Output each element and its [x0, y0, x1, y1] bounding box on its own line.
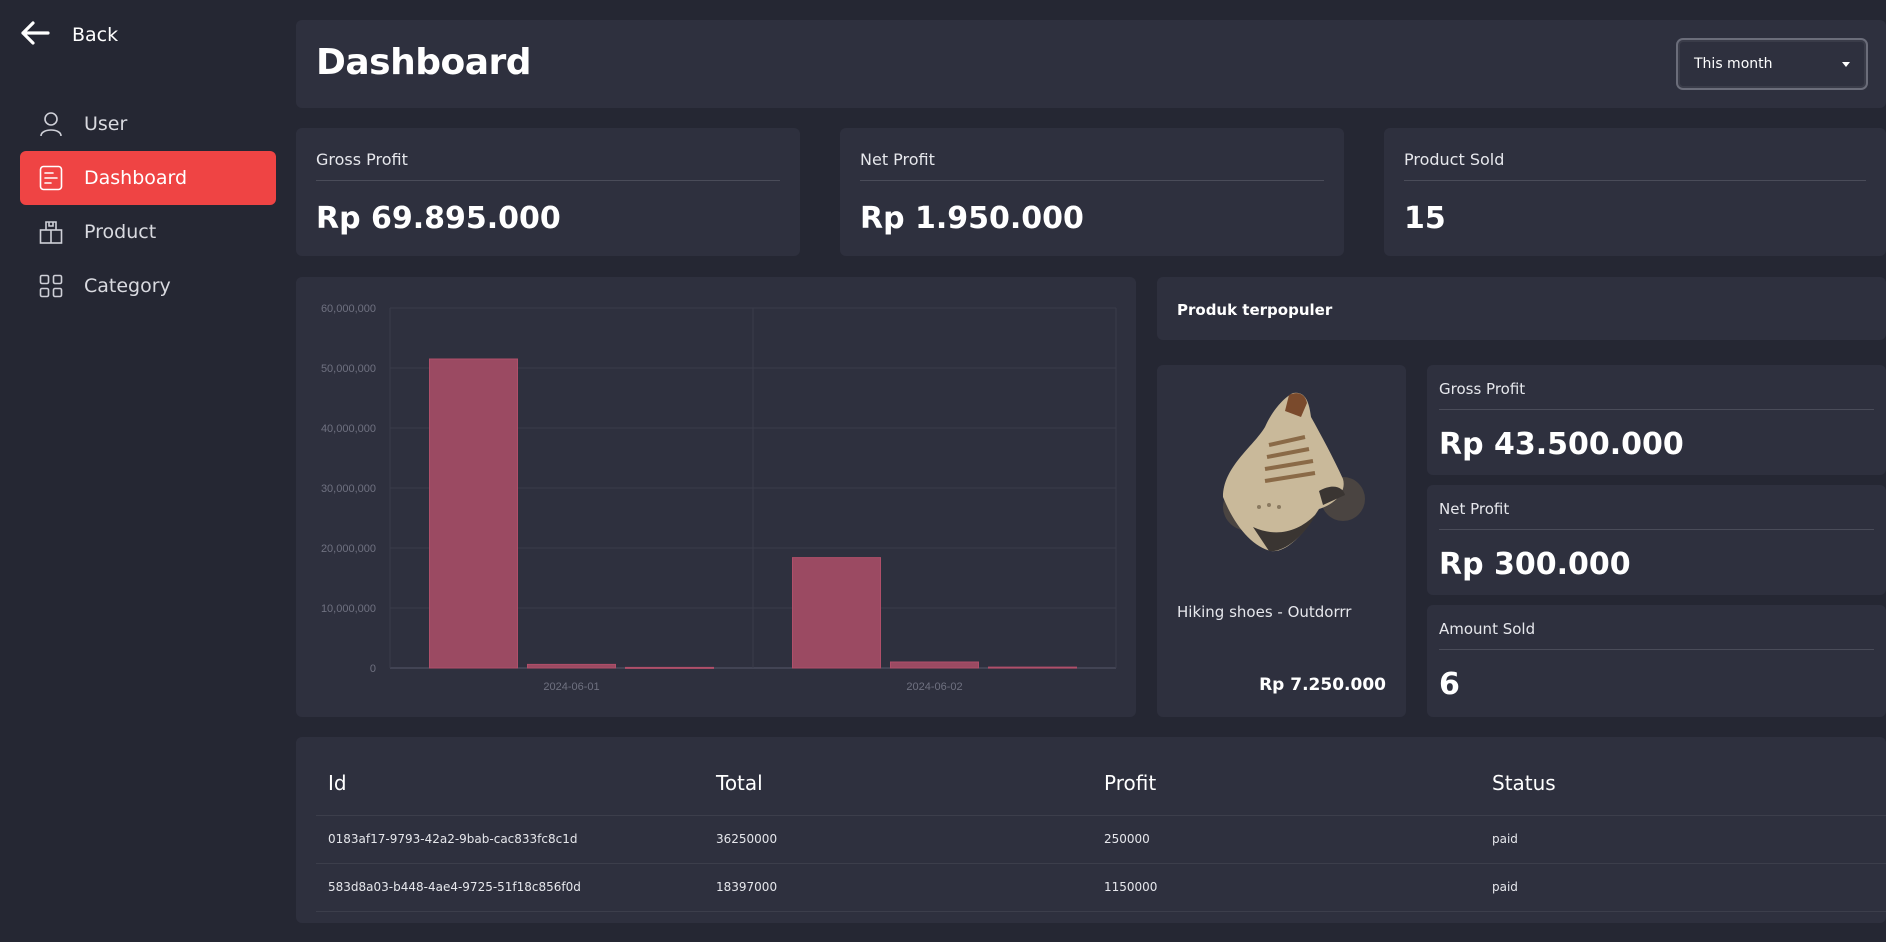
sidebar-item-label: Product: [84, 221, 157, 243]
stat-label: Amount Sold: [1439, 620, 1536, 638]
table-header-row: Id Total Profit Status: [316, 751, 1886, 816]
chart-bar: [988, 666, 1077, 669]
popular-amount-sold-card: Amount Sold 6: [1427, 605, 1886, 717]
sidebar-item-product[interactable]: Product: [20, 205, 276, 259]
divider: [316, 180, 780, 181]
y-tick-label: 20,000,000: [321, 543, 376, 555]
sidebar-item-user[interactable]: User: [20, 97, 276, 151]
divider: [1439, 649, 1874, 650]
table-row[interactable]: 0183af17-9793-42a2-9bab-cac833fc8c1d 362…: [316, 815, 1886, 864]
y-tick-label: 0: [370, 663, 376, 675]
product-image: [1193, 387, 1373, 557]
chart-bar: [890, 661, 979, 669]
divider: [1439, 409, 1874, 410]
divider: [1439, 529, 1874, 530]
stat-label: Net Profit: [860, 150, 935, 169]
chart-bar: [792, 557, 881, 669]
stat-label: Net Profit: [1439, 500, 1510, 518]
popular-net-profit-card: Net Profit Rp 300.000: [1427, 485, 1886, 595]
y-tick-label: 30,000,000: [321, 483, 376, 495]
user-icon: [38, 111, 64, 137]
cell-total: 18397000: [704, 863, 1092, 912]
bar-chart: 0 10,000,000 20,000,000 30,000,000 40,000,00…: [321, 303, 1117, 693]
cell-total: 36250000: [704, 815, 1092, 864]
sidebar-item-dashboard[interactable]: Dashboard: [20, 151, 276, 205]
x-tick-label: 2024-06-01: [543, 681, 599, 693]
stat-value: 15: [1404, 201, 1446, 236]
y-tick-label: 50,000,000: [321, 363, 376, 375]
cell-profit: 1150000: [1092, 863, 1480, 912]
stat-value: Rp 300.000: [1439, 547, 1631, 582]
product-price: Rp 7.250.000: [1259, 675, 1386, 695]
divider: [1404, 180, 1866, 181]
page-header: Dashboard This month: [296, 20, 1886, 108]
stat-value: Rp 69.895.000: [316, 201, 561, 236]
sidebar-nav: User Dashboard Product Category: [20, 97, 276, 313]
sidebar-item-label: User: [84, 113, 128, 135]
sidebar-item-category[interactable]: Category: [20, 259, 276, 313]
sidebar-item-label: Category: [84, 275, 171, 297]
column-header-status: Status: [1480, 751, 1886, 816]
product-name: Hiking shoes - Outdorrr: [1177, 603, 1352, 621]
column-header-profit: Profit: [1092, 751, 1480, 816]
cell-id: 0183af17-9793-42a2-9bab-cac833fc8c1d: [316, 815, 704, 864]
sidebar-item-label: Dashboard: [84, 167, 188, 189]
stat-value: Rp 1.950.000: [860, 201, 1084, 236]
popular-gross-profit-card: Gross Profit Rp 43.500.000: [1427, 365, 1886, 475]
transactions-table-panel: Id Total Profit Status 0183af17-9793-42a…: [296, 737, 1886, 923]
stat-label: Gross Profit: [316, 150, 408, 169]
chart-bar: [625, 666, 714, 669]
page-title: Dashboard: [316, 42, 532, 83]
cell-status: paid: [1480, 815, 1886, 864]
column-header-id: Id: [316, 751, 704, 816]
stat-label: Product Sold: [1404, 150, 1505, 169]
sales-chart: 0 10,000,000 20,000,000 30,000,000 40,000,00…: [296, 277, 1136, 717]
product-icon: [38, 219, 64, 245]
arrow-left-icon: [20, 21, 50, 49]
stat-label: Gross Profit: [1439, 380, 1526, 398]
y-tick-label: 40,000,000: [321, 423, 376, 435]
x-tick-label: 2024-06-02: [906, 681, 962, 693]
y-tick-label: 60,000,000: [321, 303, 376, 315]
popular-title: Produk terpopuler: [1177, 301, 1333, 319]
chevron-down-icon: [1842, 61, 1850, 67]
period-select-value: This month: [1694, 56, 1773, 72]
y-tick-label: 10,000,000: [321, 603, 376, 615]
stat-value: 6: [1439, 667, 1460, 702]
popular-product-card[interactable]: Hiking shoes - Outdorrr Rp 7.250.000: [1157, 365, 1406, 717]
chart-bar: [527, 663, 616, 669]
net-profit-card: Net Profit Rp 1.950.000: [840, 128, 1344, 256]
product-sold-card: Product Sold 15: [1384, 128, 1886, 256]
dashboard-icon: [38, 165, 64, 191]
divider: [860, 180, 1324, 181]
cell-profit: 250000: [1092, 815, 1480, 864]
cell-id: 583d8a03-b448-4ae4-9725-51f18c856f0d: [316, 863, 704, 912]
table-row[interactable]: 583d8a03-b448-4ae4-9725-51f18c856f0d 183…: [316, 863, 1886, 912]
column-header-total: Total: [704, 751, 1092, 816]
category-icon: [38, 273, 64, 299]
chart-bar: [429, 358, 518, 669]
back-label: Back: [72, 24, 119, 46]
popular-product-header: Produk terpopuler: [1157, 277, 1886, 340]
transactions-table: Id Total Profit Status 0183af17-9793-42a…: [316, 751, 1886, 912]
period-select[interactable]: This month: [1676, 38, 1868, 90]
cell-status: paid: [1480, 863, 1886, 912]
gross-profit-card: Gross Profit Rp 69.895.000: [296, 128, 800, 256]
stat-value: Rp 43.500.000: [1439, 427, 1684, 462]
back-button[interactable]: Back: [20, 18, 118, 52]
